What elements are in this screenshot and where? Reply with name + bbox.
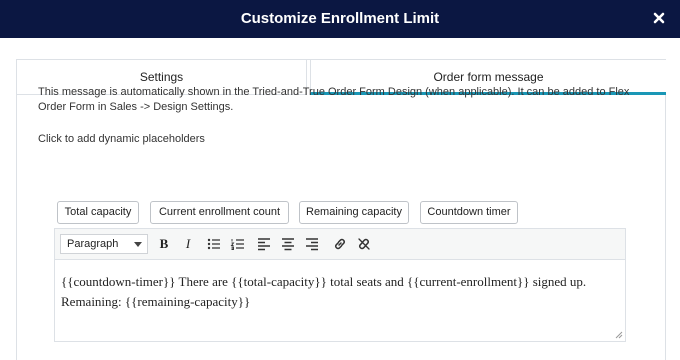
close-icon[interactable]	[650, 9, 668, 27]
message-description: This message is automatically shown in t…	[38, 86, 630, 113]
align-left-icon[interactable]	[255, 235, 273, 253]
unlink-icon[interactable]	[355, 235, 373, 253]
placeholder-remaining-capacity-button[interactable]: Remaining capacity	[299, 201, 409, 224]
placeholder-hint: Click to add dynamic placeholders	[38, 133, 205, 145]
resize-handle-icon[interactable]	[615, 331, 623, 339]
placeholder-countdown-timer-button[interactable]: Countdown timer	[420, 201, 518, 224]
rich-text-editor: Paragraph B I {{countdown-timer}} There …	[54, 228, 626, 342]
italic-icon[interactable]: I	[179, 235, 197, 253]
dialog-title: Customize Enrollment Limit	[240, 10, 440, 27]
chevron-down-icon	[134, 242, 142, 247]
block-format-value: Paragraph	[67, 238, 119, 250]
editor-content[interactable]: {{countdown-timer}} There are {{total-ca…	[61, 272, 621, 312]
editor-toolbar: Paragraph B I	[55, 229, 625, 260]
numbered-list-icon[interactable]	[229, 235, 247, 253]
align-right-icon[interactable]	[303, 235, 321, 253]
placeholder-current-enrollment-button[interactable]: Current enrollment count	[150, 201, 289, 224]
bold-icon[interactable]: B	[155, 235, 173, 253]
block-format-select[interactable]: Paragraph	[60, 234, 148, 254]
bullet-list-icon[interactable]	[205, 235, 223, 253]
placeholder-total-capacity-button[interactable]: Total capacity	[57, 201, 139, 224]
dialog-header: Customize Enrollment Limit	[0, 0, 680, 38]
link-icon[interactable]	[331, 235, 349, 253]
align-center-icon[interactable]	[279, 235, 297, 253]
